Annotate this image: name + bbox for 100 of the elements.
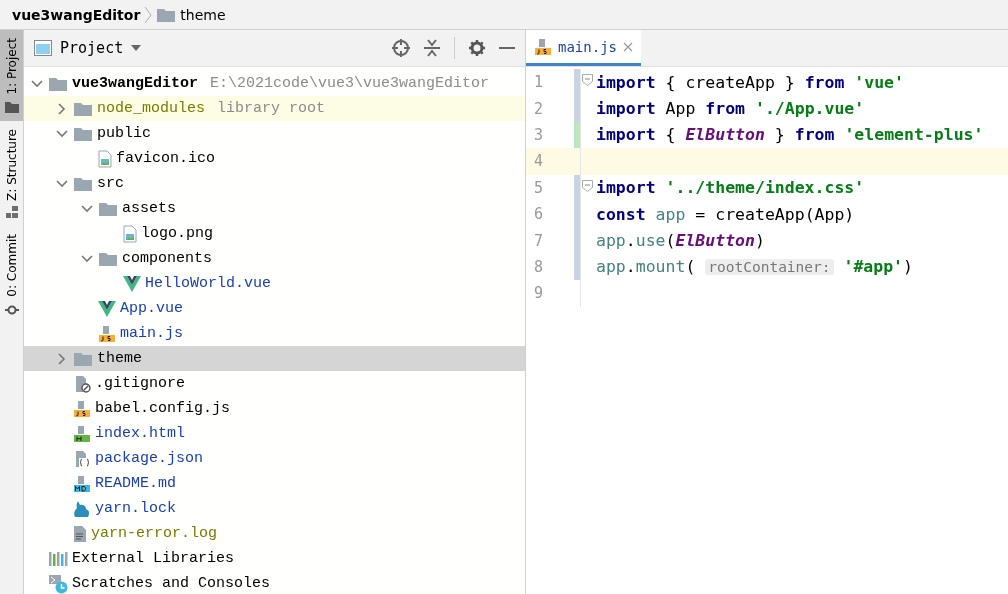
change-marker[interactable] xyxy=(574,174,580,201)
tree-row[interactable]: Scratches and Consoles xyxy=(24,571,525,594)
tree-row[interactable]: App.vue xyxy=(24,296,525,321)
tree-row[interactable]: vue3wangEditor E:\2021code\vue3\vue3wangEditor xyxy=(24,71,525,96)
caret-icon xyxy=(131,45,142,51)
folder-icon xyxy=(156,6,177,23)
html-file-icon xyxy=(73,424,91,443)
fold-icon[interactable] xyxy=(582,74,593,86)
file-name: Scratches and Consoles xyxy=(72,575,271,592)
folder-name: vue3wangEditor xyxy=(72,75,199,92)
tree-row[interactable]: babel.config.js xyxy=(24,396,525,421)
tree-row[interactable]: .gitignore xyxy=(24,371,525,396)
folder-icon xyxy=(48,75,68,92)
breadcrumb-item[interactable]: theme xyxy=(180,6,226,23)
tree-row[interactable]: package.json xyxy=(24,446,525,471)
settings-icon[interactable] xyxy=(469,40,485,56)
file-name: favicon.ico xyxy=(116,150,216,167)
tree-row[interactable]: External Libraries xyxy=(24,546,525,571)
file-name: logo.png xyxy=(141,225,213,242)
tree-row[interactable]: README.md xyxy=(24,471,525,496)
folder-name: components xyxy=(122,250,212,267)
folder-name: assets xyxy=(122,200,176,217)
file-name: .gitignore xyxy=(95,375,185,392)
tree-row[interactable]: components xyxy=(24,246,525,271)
tree-row[interactable]: HelloWorld.vue xyxy=(24,271,525,296)
file-name: External Libraries xyxy=(72,550,235,567)
vue-logo-icon xyxy=(98,300,116,317)
tree-row[interactable]: public xyxy=(24,121,525,146)
text-file-icon xyxy=(73,524,87,543)
library-root-note: library root xyxy=(217,100,326,117)
code-line: import { createApp } from 'vue' xyxy=(580,69,1008,96)
breadcrumb-item[interactable]: vue3wangEditor xyxy=(12,6,141,23)
tree-row[interactable]: logo.png xyxy=(24,221,525,246)
cat-icon xyxy=(73,499,91,518)
file-name: babel.config.js xyxy=(95,400,231,417)
json-file-icon xyxy=(73,449,91,468)
close-icon[interactable] xyxy=(623,41,633,52)
line-number: 2 xyxy=(533,99,545,118)
js-file-icon xyxy=(73,399,91,418)
change-marker[interactable] xyxy=(574,69,580,96)
project-path: E:\2021code\vue3\vue3wangEditor xyxy=(210,75,490,92)
tree-row[interactable]: yarn.lock xyxy=(24,496,525,521)
window-icon xyxy=(34,40,52,56)
folder-name: public xyxy=(97,125,151,142)
minimize-icon[interactable] xyxy=(499,46,515,50)
tree-row[interactable]: yarn-error.log xyxy=(24,521,525,546)
file-name: main.js xyxy=(120,325,183,342)
line-number: 7 xyxy=(533,231,545,250)
file-name: README.md xyxy=(95,475,176,492)
file-name: index.html xyxy=(95,425,185,442)
file-name: yarn-error.log xyxy=(91,525,218,542)
tree-row[interactable]: index.html xyxy=(24,421,525,446)
markdown-file-icon xyxy=(73,474,91,493)
folder-icon xyxy=(73,125,93,142)
code-line: import '../theme/index.css' xyxy=(580,174,1008,201)
file-name: package.json xyxy=(95,450,204,467)
file-name: App.vue xyxy=(120,300,183,317)
line-number: 5 xyxy=(533,178,545,197)
breadcrumb-separator-icon xyxy=(144,5,153,24)
folder-icon xyxy=(73,175,93,192)
folder-name: theme xyxy=(97,350,142,367)
tree-row[interactable]: assets xyxy=(24,196,525,221)
folder-name: src xyxy=(97,175,124,192)
change-marker[interactable] xyxy=(574,121,580,149)
tree-row[interactable]: src xyxy=(24,171,525,196)
editor-tab[interactable]: main.js xyxy=(526,30,641,66)
folder-icon xyxy=(73,100,93,117)
library-icon xyxy=(48,550,68,567)
tool-window-tab[interactable]: 0: Commit xyxy=(0,226,23,326)
folder-icon xyxy=(98,200,118,217)
code-line: app.use(ElButton) xyxy=(580,227,1008,254)
code-line: import App from './App.vue' xyxy=(580,95,1008,122)
tree-row[interactable]: main.js xyxy=(24,321,525,346)
image-file-icon xyxy=(98,149,112,168)
line-number: 9 xyxy=(533,284,545,303)
vue-logo-icon xyxy=(123,275,141,292)
crosshair-icon[interactable] xyxy=(392,39,410,57)
project-view-dropdown[interactable]: Project xyxy=(34,39,142,57)
folder-name: node_modules xyxy=(97,100,206,117)
code-line: const app = createApp(App) xyxy=(580,200,1008,228)
line-number: 8 xyxy=(533,257,545,276)
js-file-icon xyxy=(98,324,116,343)
folder-icon xyxy=(98,250,118,267)
ignored-file-icon xyxy=(73,374,91,393)
line-number: 1 xyxy=(533,73,545,92)
tool-window-tab[interactable]: 1: Project xyxy=(0,30,23,121)
tree-row[interactable]: favicon.ico xyxy=(24,146,525,171)
image-file-icon xyxy=(123,224,137,243)
structure-icon xyxy=(5,206,18,219)
fold-icon[interactable] xyxy=(582,179,593,192)
line-number: 4 xyxy=(533,152,545,171)
folder-icon xyxy=(73,350,93,367)
change-marker[interactable] xyxy=(574,95,580,122)
file-name: yarn.lock xyxy=(95,500,176,517)
tree-row[interactable]: node_modules library root xyxy=(24,96,525,121)
change-marker[interactable] xyxy=(574,253,580,281)
collapse-all-icon[interactable] xyxy=(424,39,440,57)
line-number: 6 xyxy=(533,205,545,224)
tree-row[interactable]: theme xyxy=(24,346,525,371)
tool-window-tab[interactable]: Z: Structure xyxy=(0,120,23,227)
